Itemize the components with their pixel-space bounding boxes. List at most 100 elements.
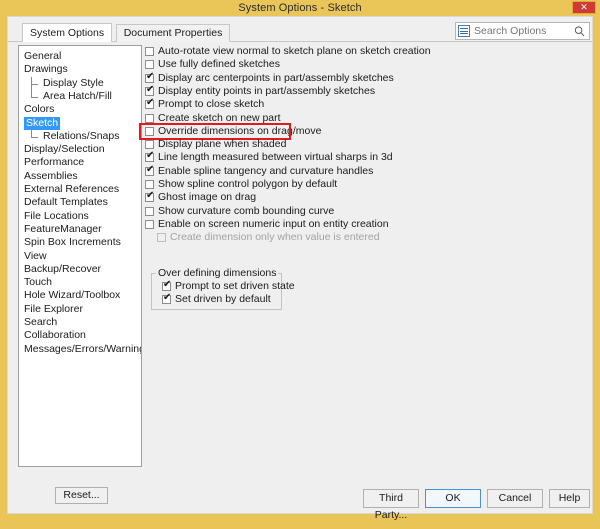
sidebar-item-label: Performance	[24, 156, 85, 169]
sidebar-item-label: Backup/Recover	[24, 262, 102, 275]
sidebar-item-label: Default Templates	[24, 196, 108, 209]
sidebar-item-label: Hole Wizard/Toolbox	[24, 289, 121, 302]
checkbox-unchecked-icon[interactable]	[145, 47, 154, 56]
dialog-client-area: System Options Document Properties Genera…	[7, 16, 593, 521]
magnifier-icon[interactable]	[574, 26, 585, 37]
sidebar-item-label: Area Hatch/Fill	[43, 89, 112, 102]
sidebar-item-sketch[interactable]: Sketch	[19, 116, 141, 130]
tab-label: System Options	[30, 27, 105, 39]
checkbox-label: Show curvature comb bounding curve	[158, 204, 335, 217]
sidebar-item-file-explorer[interactable]: File Explorer	[19, 302, 141, 316]
system-options-dialog: System Options - Sketch ✕ System Options…	[0, 0, 600, 529]
sidebar-item-assemblies[interactable]: Assemblies	[19, 169, 141, 183]
checkbox-unchecked-icon	[157, 233, 166, 243]
group-title: Over defining dimensions	[156, 267, 279, 279]
sidebar-item-backup-recover[interactable]: Backup/Recover	[19, 262, 141, 276]
sidebar-item-label: Touch	[24, 276, 53, 289]
sidebar-item-collaboration[interactable]: Collaboration	[19, 329, 141, 342]
checkbox-label: Create dimension only when value is ente…	[170, 231, 380, 244]
checkbox-checked-icon[interactable]: ✔	[145, 97, 155, 110]
sidebar-item-label: Display Style	[43, 76, 104, 89]
check-glyph: ✔	[163, 279, 172, 290]
title-bar: System Options - Sketch ✕	[0, 0, 600, 16]
check-glyph: ✔	[163, 292, 172, 304]
sidebar-item-label: View	[24, 249, 47, 262]
tab-document-properties[interactable]: Document Properties	[115, 24, 231, 42]
checkbox-checked-icon[interactable]: ✔	[145, 150, 155, 163]
check-glyph: ✔	[146, 163, 155, 175]
sidebar-item-label: Search	[24, 316, 58, 328]
sidebar-item-area-hatch-fill[interactable]: Area Hatch/Fill	[19, 89, 141, 103]
checkbox-checked-icon[interactable]: ✔	[145, 191, 154, 203]
sidebar-item-label: External References	[24, 183, 120, 195]
sidebar-item-label: Drawings	[24, 63, 68, 76]
checkbox-unchecked-icon[interactable]	[145, 180, 154, 189]
checkbox-label: Override dimensions on drag/move	[158, 124, 322, 137]
sidebar-item-label: Display/Selection	[24, 143, 105, 156]
sidebar-item-featuremanager[interactable]: FeatureManager	[19, 222, 141, 236]
checkbox-unchecked-icon[interactable]	[145, 219, 154, 229]
sidebar-item-display-selection[interactable]: Display/Selection	[19, 143, 141, 156]
checkbox-label: Show spline control polygon by default	[158, 178, 338, 190]
checkbox-label: Enable on screen numeric input on entity…	[158, 217, 389, 230]
sidebar-item-label: General	[24, 50, 62, 62]
check-glyph: ✔	[146, 150, 155, 162]
checkbox-checked-icon[interactable]: ✔	[162, 292, 172, 305]
checkbox-label: Enable spline tangency and curvature han…	[158, 164, 374, 177]
sidebar-item-label: Relations/Snaps	[43, 129, 120, 142]
checkbox-label: Use fully defined sketches	[158, 58, 280, 71]
sidebar-item-search[interactable]: Search	[19, 316, 141, 329]
sidebar-item-default-templates[interactable]: Default Templates	[19, 196, 141, 209]
checkbox-label: Prompt to close sketch	[158, 98, 265, 111]
checkbox-unchecked-icon[interactable]	[145, 206, 154, 216]
sidebar-item-hole-wizard-toolbox[interactable]: Hole Wizard/Toolbox	[19, 289, 141, 302]
group-checkbox-label: Prompt to set driven state	[175, 280, 295, 292]
tree-branch-icon	[31, 89, 41, 103]
third-party-button[interactable]: Third Party...	[363, 489, 419, 521]
options-category-tree[interactable]: General Drawings Display Style Area Hatch/F…	[18, 45, 142, 467]
close-icon[interactable]: ✕	[572, 1, 596, 14]
checkbox-label: Ghost image on drag	[158, 191, 257, 204]
sidebar-item-label: Sketch	[24, 116, 61, 130]
sidebar-item-performance[interactable]: Performance	[19, 156, 141, 169]
group-checkbox-label: Set driven by default	[175, 293, 271, 306]
sidebar-item-file-locations[interactable]: File Locations	[19, 210, 141, 223]
checkbox-checked-icon[interactable]: ✔	[162, 279, 172, 291]
checkbox-unchecked-icon[interactable]	[145, 60, 154, 70]
help-button[interactable]: Help	[549, 489, 590, 508]
checkbox-label: Auto-rotate view normal to sketch plane …	[158, 45, 431, 57]
reset-button[interactable]: Reset...	[55, 487, 108, 504]
ok-button[interactable]: OK	[425, 489, 481, 508]
sidebar-item-colors[interactable]: Colors	[19, 103, 141, 116]
sidebar-item-label: Assemblies	[24, 169, 78, 182]
sidebar-item-view[interactable]: View	[19, 249, 141, 263]
check-glyph: ✔	[146, 70, 155, 82]
sidebar-item-messages-errors-warnings[interactable]: Messages/Errors/Warnings	[19, 343, 141, 356]
checkbox-checked-icon[interactable]: ✔	[145, 84, 154, 96]
checkbox-unchecked-icon[interactable]	[145, 113, 154, 123]
checkbox-label: Display arc centerpoints in part/assembl…	[158, 71, 394, 84]
checkbox-checked-icon[interactable]: ✔	[145, 163, 155, 176]
window-title: System Options - Sketch	[238, 2, 362, 14]
tab-system-options[interactable]: System Options	[22, 23, 113, 42]
sidebar-item-relations-snaps[interactable]: Relations/Snaps	[19, 129, 141, 143]
checkbox-label: Line length measured between virtual sha…	[158, 151, 393, 164]
search-input[interactable]	[474, 25, 569, 38]
sidebar-item-general[interactable]: General	[19, 50, 141, 63]
sidebar-item-display-style[interactable]: Display Style	[19, 76, 141, 90]
cancel-button[interactable]: Cancel	[487, 489, 543, 508]
sidebar-item-label: File Explorer	[24, 302, 83, 315]
sidebar-item-label: FeatureManager	[24, 222, 102, 235]
options-panel: Auto-rotate view normal to sketch plane …	[138, 45, 588, 475]
sidebar-item-touch[interactable]: Touch	[19, 276, 141, 289]
check-glyph: ✔	[146, 97, 155, 109]
checkbox-unchecked-icon[interactable]	[145, 126, 154, 136]
search-options-box[interactable]	[455, 22, 590, 40]
sidebar-item-drawings[interactable]: Drawings	[19, 63, 141, 76]
sidebar-item-external-references[interactable]: External References	[19, 183, 141, 196]
sidebar-item-spin-box-increments[interactable]: Spin Box Increments	[19, 236, 141, 249]
tab-label: Document Properties	[123, 27, 223, 39]
sidebar-item-label: Colors	[24, 103, 55, 116]
checkbox-unchecked-icon[interactable]	[145, 140, 154, 150]
checkbox-checked-icon[interactable]: ✔	[145, 70, 155, 83]
